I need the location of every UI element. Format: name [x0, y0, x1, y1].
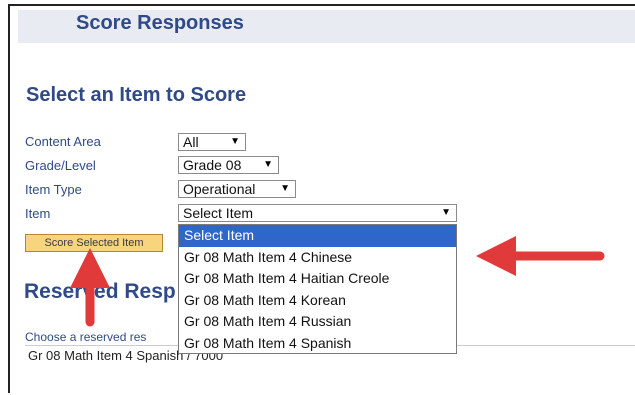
item-label: Item: [25, 206, 51, 221]
page-title: Score Responses: [76, 12, 244, 34]
dropdown-option[interactable]: Gr 08 Math Item 4 Russian: [179, 311, 456, 333]
content-area-label: Content Area: [25, 134, 101, 149]
chevron-down-icon: ▼: [263, 159, 273, 170]
reserved-responses-title: Reserved Resp: [24, 280, 176, 303]
reserved-responses-subtitle: Choose a reserved res: [25, 330, 147, 344]
content-area-select[interactable]: All ▼: [178, 133, 246, 151]
grade-level-select[interactable]: Grade 08 ▼: [178, 156, 279, 174]
content-area-value: All: [183, 134, 199, 150]
dropdown-option[interactable]: Gr 08 Math Item 4 Haitian Creole: [179, 268, 456, 290]
dropdown-option-select-item[interactable]: Select Item: [179, 225, 456, 247]
section-title: Select an Item to Score: [26, 84, 247, 106]
dropdown-option[interactable]: Gr 08 Math Item 4 Korean: [179, 290, 456, 312]
dropdown-option[interactable]: Gr 08 Math Item 4 Chinese: [179, 247, 456, 269]
item-type-label: Item Type: [25, 182, 82, 197]
score-selected-item-button[interactable]: Score Selected Item: [25, 234, 163, 252]
chevron-down-icon: ▼: [280, 183, 290, 194]
item-type-value: Operational: [183, 181, 256, 197]
chevron-down-icon: ▼: [230, 136, 240, 147]
item-type-select[interactable]: Operational ▼: [178, 180, 296, 198]
chevron-down-icon: ▼: [441, 207, 451, 218]
item-select[interactable]: Select Item ▼: [178, 204, 457, 222]
item-value: Select Item: [183, 205, 254, 221]
grade-level-value: Grade 08: [183, 157, 242, 173]
dropdown-option[interactable]: Gr 08 Math Item 4 Spanish: [179, 333, 456, 355]
item-dropdown-list[interactable]: Select Item Gr 08 Math Item 4 Chinese Gr…: [178, 224, 457, 354]
grade-level-label: Grade/Level: [25, 158, 96, 173]
